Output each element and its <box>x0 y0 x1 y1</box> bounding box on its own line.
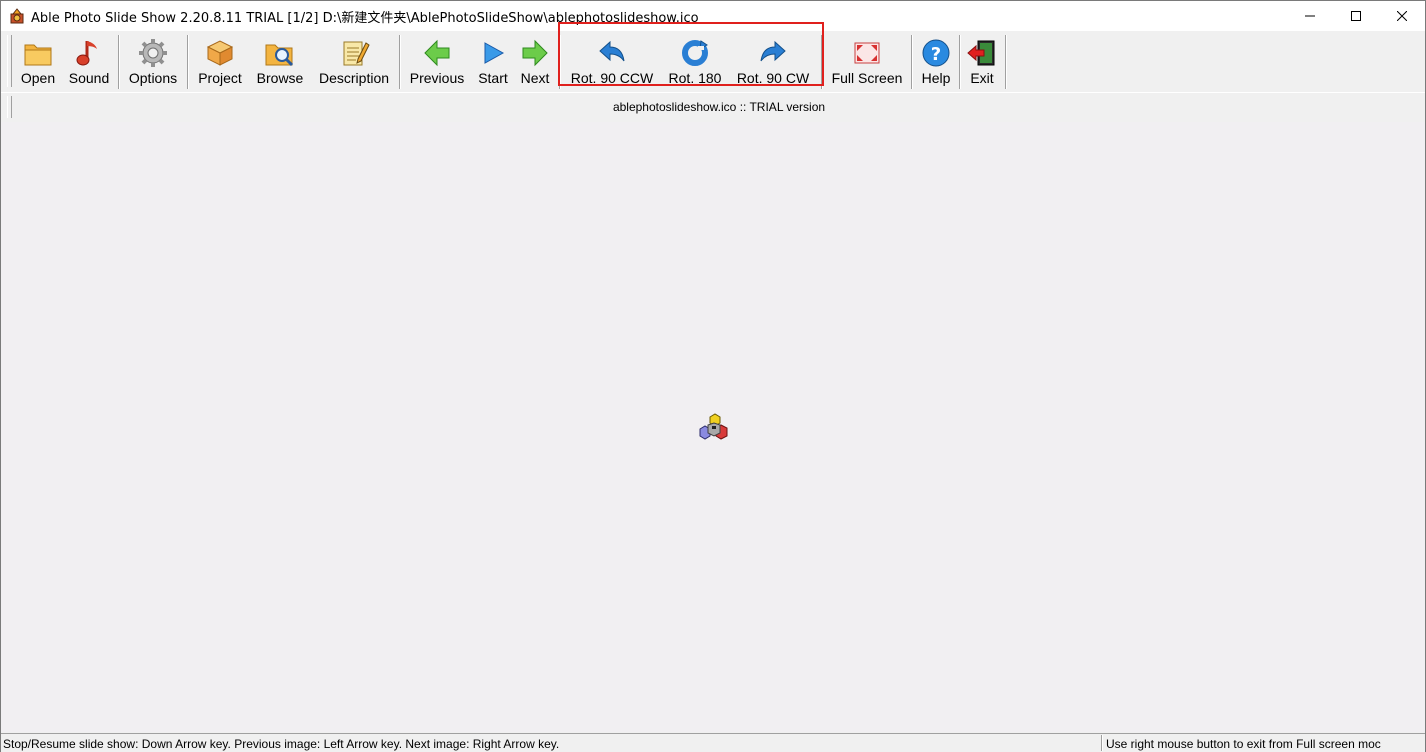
svg-text:?: ? <box>931 44 941 65</box>
options-button[interactable]: Options <box>125 35 181 89</box>
maximize-icon <box>1351 11 1361 21</box>
help-button[interactable]: ? Help <box>917 35 955 89</box>
help-label: Help <box>921 70 951 86</box>
status-mouse-hint: Use right mouse button to exit from Full… <box>1106 737 1381 751</box>
status-bar: Stop/Resume slide show: Down Arrow key. … <box>1 733 1425 752</box>
exit-door-icon <box>967 40 995 66</box>
close-button[interactable] <box>1379 1 1425 31</box>
status-divider <box>1101 735 1103 751</box>
status-keyboard-hints: Stop/Resume slide show: Down Arrow key. … <box>3 737 560 751</box>
notepad-pencil-icon <box>343 41 370 66</box>
play-icon <box>484 42 505 64</box>
description-label: Description <box>318 70 390 86</box>
full-screen-label: Full Screen <box>831 70 903 86</box>
close-icon <box>1397 11 1407 21</box>
exit-label: Exit <box>970 70 994 86</box>
browse-folder-search-icon <box>265 44 294 67</box>
toolbar-separator <box>1005 35 1007 89</box>
previous-button[interactable]: Previous <box>406 35 468 89</box>
help-question-icon: ? <box>922 39 950 67</box>
toolbar-separator <box>911 35 913 89</box>
info-bar-grip[interactable] <box>7 96 12 118</box>
music-note-icon <box>76 41 97 66</box>
project-box-icon <box>206 40 234 66</box>
sound-label: Sound <box>68 70 110 86</box>
minimize-icon <box>1305 15 1315 17</box>
arrow-left-icon <box>424 39 450 67</box>
options-label: Options <box>128 70 178 86</box>
arrow-right-icon <box>522 39 548 67</box>
next-label: Next <box>520 70 550 86</box>
image-view-area[interactable] <box>1 122 1425 732</box>
maximize-button[interactable] <box>1333 1 1379 31</box>
gear-icon <box>139 39 167 67</box>
folder-icon <box>24 44 52 66</box>
next-button[interactable]: Next <box>516 35 554 89</box>
full-screen-button[interactable]: Full Screen <box>827 35 907 89</box>
start-button[interactable]: Start <box>474 35 512 89</box>
browse-button[interactable]: Browse <box>252 35 308 89</box>
app-window: Able Photo Slide Show 2.20.8.11 TRIAL [1… <box>0 0 1426 752</box>
open-button[interactable]: Open <box>17 35 59 89</box>
description-button[interactable]: Description <box>314 35 394 89</box>
app-logo-icon <box>10 8 24 24</box>
exit-button[interactable]: Exit <box>963 35 1001 89</box>
toolbar-separator <box>399 35 401 89</box>
rotation-highlight-box <box>558 22 824 86</box>
project-label: Project <box>198 70 242 86</box>
current-file-info: ablephotoslideshow.ico :: TRIAL version <box>612 100 826 114</box>
open-label: Open <box>20 70 56 86</box>
toolbar-grip[interactable] <box>7 35 12 87</box>
start-label: Start <box>478 70 508 86</box>
info-bar: ablephotoslideshow.ico :: TRIAL version <box>1 92 1425 123</box>
window-controls <box>1287 1 1425 31</box>
displayed-image-cubes-icon <box>699 413 728 440</box>
full-screen-icon <box>854 42 880 64</box>
project-button[interactable]: Project <box>194 35 246 89</box>
previous-label: Previous <box>409 70 465 86</box>
toolbar-separator <box>187 35 189 89</box>
toolbar-separator <box>118 35 120 89</box>
toolbar-separator <box>959 35 961 89</box>
browse-label: Browse <box>256 70 304 86</box>
minimize-button[interactable] <box>1287 1 1333 31</box>
sound-button[interactable]: Sound <box>65 35 113 89</box>
